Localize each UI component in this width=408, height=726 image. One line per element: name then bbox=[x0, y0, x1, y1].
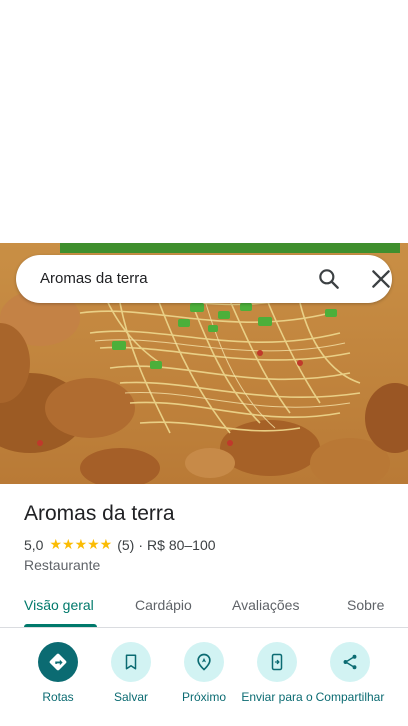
search-icon[interactable] bbox=[316, 266, 342, 292]
tab-overview[interactable]: Visão geral bbox=[24, 597, 94, 613]
active-tab-indicator bbox=[24, 624, 97, 627]
rating-row[interactable]: 5,0 ★★★★★ (5) · R$ 80–100 bbox=[24, 536, 216, 553]
directions-button[interactable]: Rotas bbox=[20, 642, 96, 704]
nearby-label: Próximo bbox=[181, 690, 226, 704]
send-to-phone-label: Enviar para o bbox=[241, 690, 313, 704]
share-button[interactable]: Compartilhar bbox=[312, 642, 388, 704]
place-title: Aromas da terra bbox=[24, 502, 175, 525]
save-label: Salvar bbox=[113, 690, 148, 704]
share-icon bbox=[330, 642, 370, 682]
tab-reviews[interactable]: Avaliações bbox=[232, 597, 299, 613]
directions-icon bbox=[38, 642, 78, 682]
directions-label: Rotas bbox=[42, 690, 74, 704]
tab-about[interactable]: Sobre bbox=[347, 597, 384, 613]
star-rating: ★★★★★ bbox=[49, 536, 113, 552]
bookmark-icon bbox=[111, 642, 151, 682]
share-label: Compartilhar bbox=[315, 690, 385, 704]
tab-menu[interactable]: Cardápio bbox=[135, 597, 192, 613]
place-category: Restaurante bbox=[24, 557, 101, 573]
nearby-icon bbox=[184, 642, 224, 682]
price-range: R$ 80–100 bbox=[147, 536, 216, 553]
nearby-button[interactable]: Próximo bbox=[166, 642, 242, 704]
save-button[interactable]: Salvar bbox=[93, 642, 169, 704]
tab-bar: Visão geral Cardápio Avaliações Sobre bbox=[0, 586, 408, 628]
send-to-phone-icon bbox=[257, 642, 297, 682]
send-to-phone-button[interactable]: Enviar para o bbox=[239, 642, 315, 704]
rating-value: 5,0 bbox=[24, 536, 44, 553]
close-icon[interactable] bbox=[368, 266, 394, 292]
map-empty-area bbox=[0, 0, 408, 243]
search-bar[interactable]: Aromas da terra bbox=[16, 255, 392, 303]
review-count: (5) bbox=[117, 536, 135, 553]
search-input[interactable]: Aromas da terra bbox=[40, 270, 148, 287]
separator-dot: · bbox=[138, 536, 144, 553]
